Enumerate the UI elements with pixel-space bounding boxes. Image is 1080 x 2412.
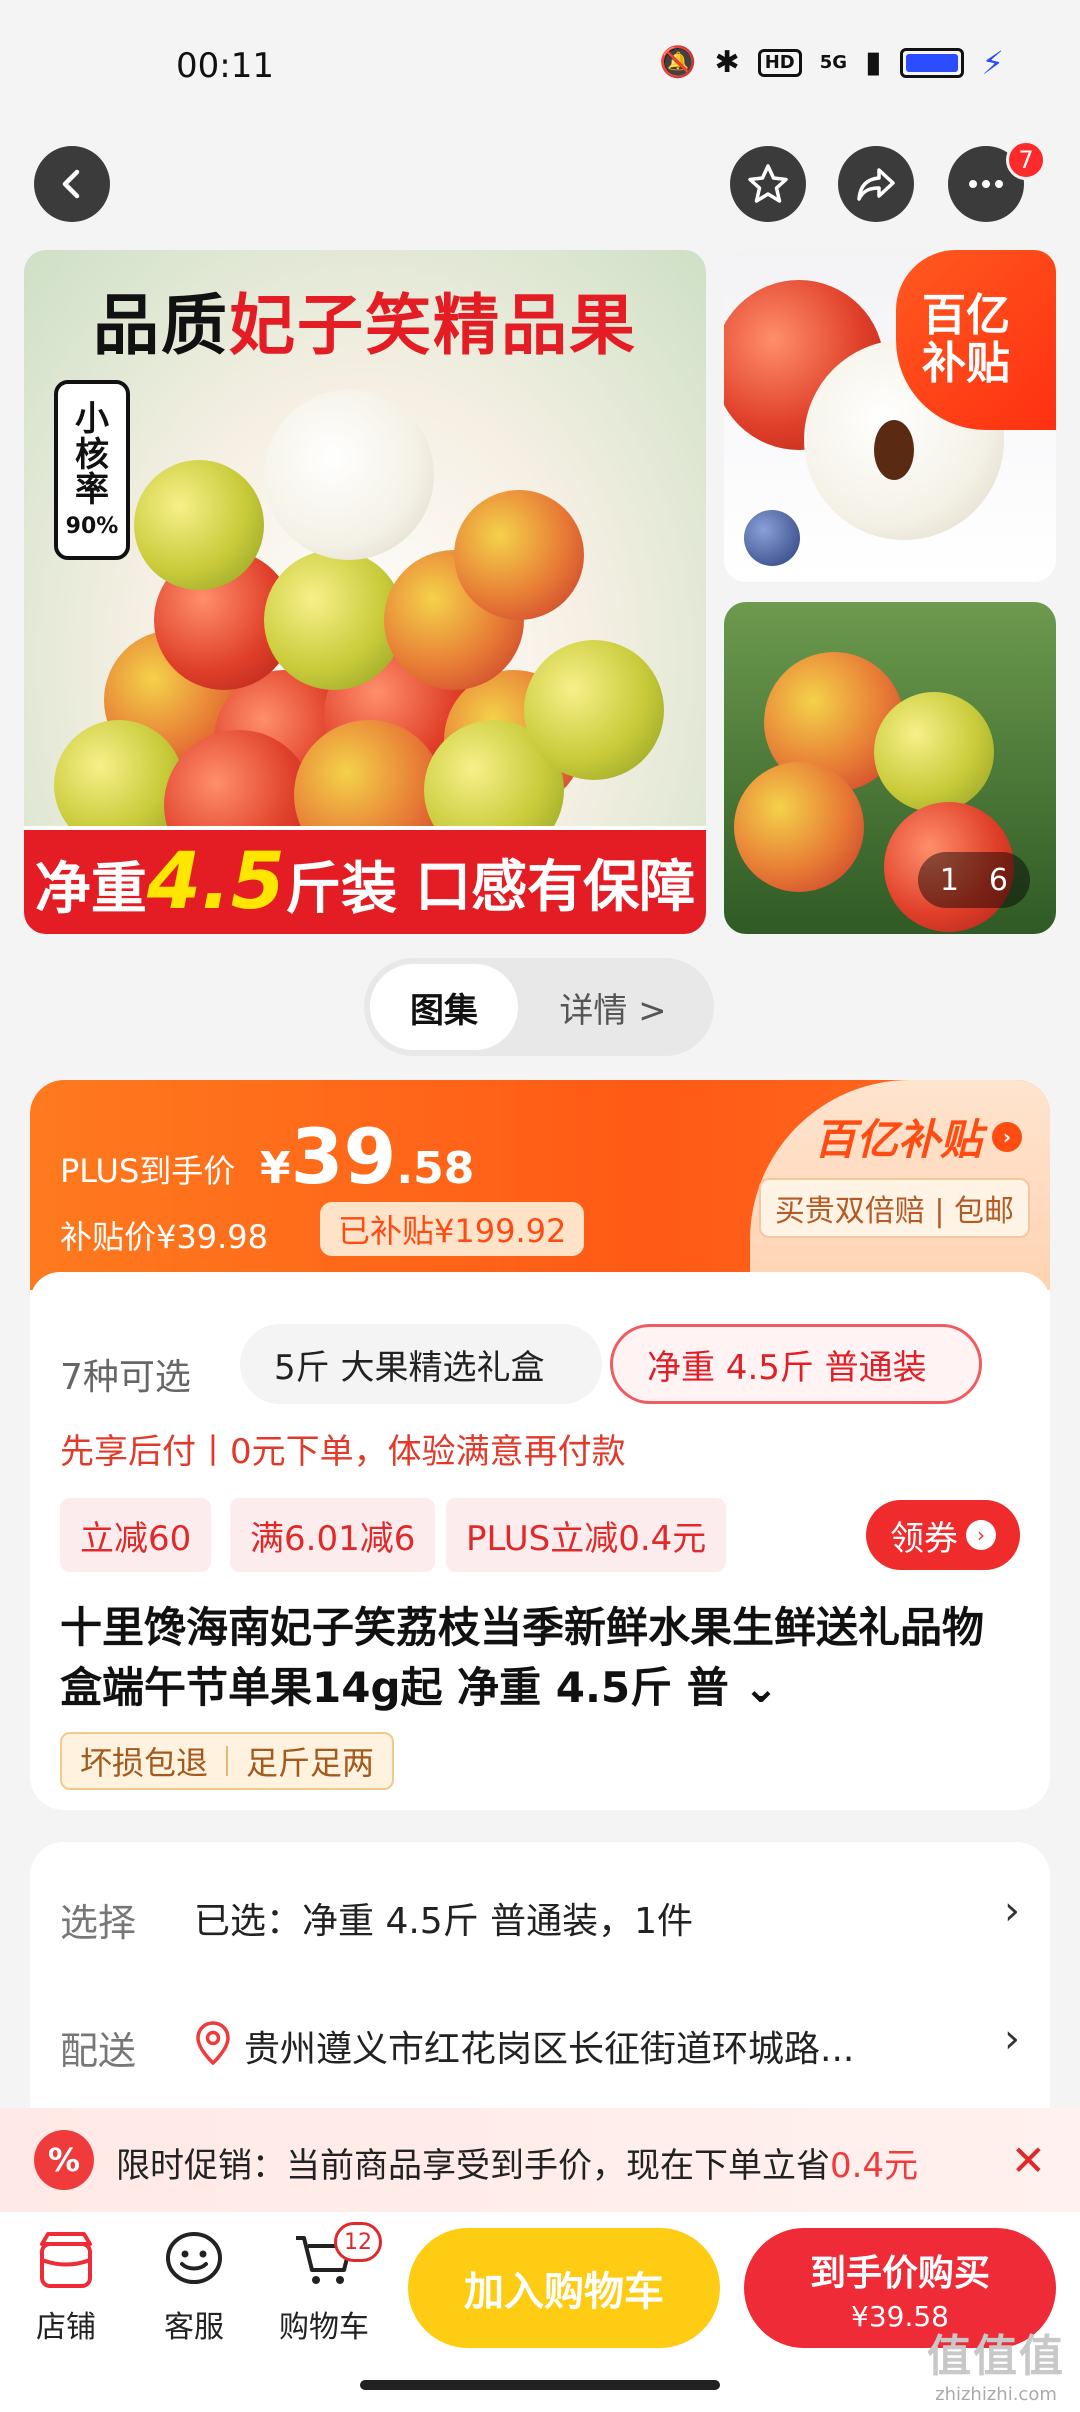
chat-smile-icon bbox=[166, 2232, 222, 2284]
delivery-row-label: 配送 bbox=[60, 2029, 137, 2073]
selection-card: 选择 已选：净重 4.5斤 普通装，1件 › 配送 贵州遵义市红花岗区长征街道环… bbox=[30, 1842, 1050, 2142]
shop-icon bbox=[40, 2232, 92, 2288]
home-indicator[interactable] bbox=[360, 2380, 720, 2390]
small-core-badge: 小 核 率 90% bbox=[54, 380, 130, 560]
share-button[interactable] bbox=[838, 146, 914, 222]
tag-damage-refund: 坏损包退 bbox=[80, 1744, 209, 1782]
subsidy-logo[interactable]: 百亿补贴 › bbox=[814, 1106, 1022, 1167]
expand-chevron-icon[interactable]: ⌄ bbox=[743, 1663, 778, 1712]
back-button[interactable] bbox=[34, 146, 110, 222]
share-icon bbox=[857, 168, 895, 201]
thumbnail-image-1[interactable]: 百亿 补贴 bbox=[724, 250, 1056, 582]
image-gallery[interactable]: 品质妃子笑精品果 小 核 率 90% 净重4.5斤装 口感有保障 百亿 补贴 1… bbox=[0, 250, 1080, 936]
product-title[interactable]: 十里馋海南妃子笑荔枝当季新鲜水果生鲜送礼品物盒端午节单果14g起 净重 4.5斤… bbox=[60, 1598, 1020, 1718]
status-time: 00:11 bbox=[176, 46, 274, 86]
mute-bell-icon: 🔕 bbox=[659, 45, 697, 80]
cart-count-badge: 12 bbox=[334, 2222, 382, 2262]
plus-price-label: PLUS到手价 bbox=[60, 1152, 236, 1190]
gallery-details-switch: 图集 详情 > bbox=[364, 958, 714, 1056]
select-row-chevron-icon[interactable]: › bbox=[1004, 1888, 1020, 1934]
close-icon[interactable]: ✕ bbox=[1011, 2136, 1046, 2185]
delivery-row-chevron-icon[interactable]: › bbox=[1004, 2016, 1020, 2062]
service-tags[interactable]: 坏损包退 足斤足两 bbox=[60, 1732, 395, 1790]
variant-option-regular[interactable]: 净重 4.5斤 普通装 bbox=[610, 1324, 982, 1404]
add-to-cart-button[interactable]: 加入购物车 bbox=[408, 2228, 720, 2348]
promo-notice-text: 限时促销：当前商品享受到手价，现在下单立省0.4元 bbox=[116, 2146, 919, 2186]
pay-later-text[interactable]: 先享后付丨0元下单，体验满意再付款 bbox=[60, 1424, 626, 1473]
star-icon bbox=[748, 164, 788, 203]
signal-bars-icon: ▮ bbox=[865, 45, 882, 80]
more-notification-badge: 7 bbox=[1006, 140, 1046, 180]
percent-icon: % bbox=[34, 2130, 94, 2190]
variant-count-label[interactable]: 7种可选 bbox=[60, 1348, 191, 1400]
image-weight-banner: 净重4.5斤装 口感有保障 bbox=[24, 826, 706, 934]
delivery-address[interactable]: 贵州遵义市红花岗区长征街道环城路... bbox=[244, 2020, 984, 2072]
tag-full-weight: 足斤足两 bbox=[246, 1744, 375, 1782]
coupon-plus[interactable]: PLUS立减0.4元 bbox=[446, 1498, 727, 1572]
site-watermark: 值值值 zhizhizhi.com bbox=[927, 2331, 1065, 2405]
get-coupon-button[interactable]: 领券 › bbox=[866, 1500, 1020, 1570]
favorite-button[interactable] bbox=[730, 146, 806, 222]
select-row-value[interactable]: 已选：净重 4.5斤 普通装，1件 bbox=[194, 1892, 693, 1944]
promo-notice-bar[interactable]: % 限时促销：当前商品享受到手价，现在下单立省0.4元 ✕ bbox=[0, 2108, 1080, 2212]
signal-5g-icon: 5G bbox=[819, 52, 848, 73]
battery-icon bbox=[899, 48, 964, 78]
chevron-right-icon: › bbox=[992, 1121, 1022, 1152]
price-card: PLUS到手价 ¥39.58 补贴价¥39.98 已补贴¥199.92 百亿补贴… bbox=[30, 1080, 1050, 1810]
chevron-right-icon: › bbox=[966, 1520, 996, 1550]
cart-button[interactable]: 12 购物车 bbox=[264, 2222, 384, 2346]
final-price: ¥39.58 bbox=[260, 1112, 475, 1201]
status-bar: 00:11 🔕 ✱ HD 5G ▮ ⚡ bbox=[0, 0, 1080, 136]
hd-icon: HD bbox=[757, 49, 802, 77]
coupon-discount-60[interactable]: 立减60 bbox=[60, 1498, 212, 1572]
shop-button[interactable]: 店铺 bbox=[6, 2230, 126, 2346]
customer-service-button[interactable]: 客服 bbox=[134, 2230, 254, 2346]
variant-option-gift-box[interactable]: 5斤 大果精选礼盒 bbox=[240, 1324, 602, 1404]
tab-gallery[interactable]: 图集 bbox=[370, 964, 518, 1050]
select-row-label: 选择 bbox=[60, 1901, 137, 1945]
tab-details[interactable]: 详情 > bbox=[518, 964, 708, 1050]
gallery-page-indicator: 1 6 bbox=[917, 852, 1030, 908]
coupon-threshold[interactable]: 满6.01减6 bbox=[230, 1498, 436, 1572]
status-icons: 🔕 ✱ HD 5G ▮ ⚡ bbox=[659, 44, 1004, 82]
price-header: PLUS到手价 ¥39.58 补贴价¥39.98 已补贴¥199.92 百亿补贴… bbox=[30, 1080, 1050, 1290]
subsidy-price: 补贴价¥39.98 bbox=[60, 1218, 268, 1256]
product-info-body: 7种可选 5斤 大果精选礼盒 净重 4.5斤 普通装 先享后付丨0元下单，体验满… bbox=[30, 1272, 1050, 1810]
charging-icon: ⚡ bbox=[981, 44, 1004, 82]
image-headline: 品质妃子笑精品果 bbox=[93, 287, 637, 364]
back-arrow-icon bbox=[62, 169, 80, 199]
thumbnail-image-2[interactable]: 1 6 bbox=[724, 602, 1056, 934]
location-pin-icon bbox=[196, 2021, 230, 2066]
bluetooth-icon: ✱ bbox=[714, 45, 740, 80]
more-dots-icon bbox=[969, 180, 1003, 188]
guarantee-pill: 买贵双倍赔 | 包邮 bbox=[758, 1178, 1030, 1238]
main-product-image[interactable]: 品质妃子笑精品果 小 核 率 90% 净重4.5斤装 口感有保障 bbox=[24, 250, 706, 934]
subsidized-amount-pill: 已补贴¥199.92 bbox=[320, 1202, 585, 1256]
